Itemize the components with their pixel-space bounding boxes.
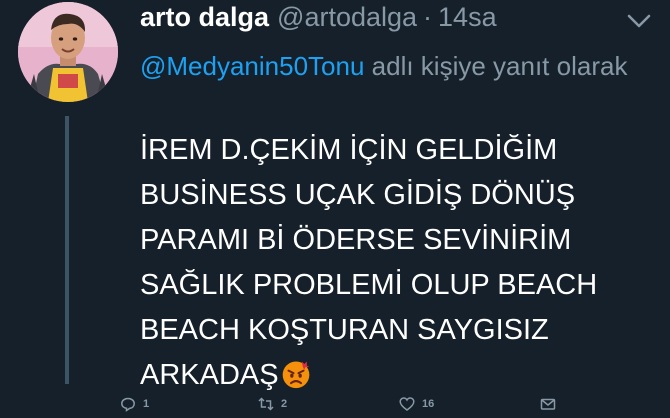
angry-face-emoji (282, 361, 309, 389)
reply-context: @Medyanin50Tonu adlı kişiye yanıt olarak (140, 48, 640, 84)
like-count: 16 (422, 398, 435, 410)
reply-button[interactable]: 1 (120, 396, 149, 412)
reply-icon (121, 397, 135, 412)
tweet: arto dalga @artodalga · 14sa @Medyanin50… (0, 0, 670, 418)
reply-mention-link[interactable]: @Medyanin50Tonu (140, 51, 364, 81)
retweet-button[interactable]: 2 (258, 396, 287, 412)
separator-dot: · (423, 2, 433, 32)
timestamp[interactable]: 14sa (438, 2, 497, 33)
tweet-actions: 1 2 16 (118, 396, 658, 416)
tweet-header: arto dalga @artodalga · 14sa (140, 2, 497, 38)
reply-context-suffix: adlı kişiye yanıt olarak (364, 51, 628, 81)
like-button[interactable]: 16 (399, 396, 434, 412)
direct-message-button[interactable] (540, 396, 563, 412)
retweet-count: 2 (281, 398, 288, 410)
reply-count: 1 (143, 398, 150, 410)
chevron-down-icon[interactable] (626, 12, 652, 30)
tweet-text: İREM D.ÇEKİM İÇİN GELDİĞİM BUSİNESS UÇAK… (140, 128, 660, 398)
heart-icon (399, 397, 415, 411)
tweet-text-content: İREM D.ÇEKİM İÇİN GELDİĞİM BUSİNESS UÇAK… (140, 134, 598, 391)
display-name[interactable]: arto dalga (140, 2, 269, 33)
message-icon (540, 398, 556, 410)
avatar-image (18, 2, 118, 102)
avatar[interactable] (18, 2, 118, 102)
thread-line (65, 116, 69, 384)
user-handle[interactable]: @artodalga (277, 2, 417, 33)
retweet-icon (258, 397, 274, 411)
